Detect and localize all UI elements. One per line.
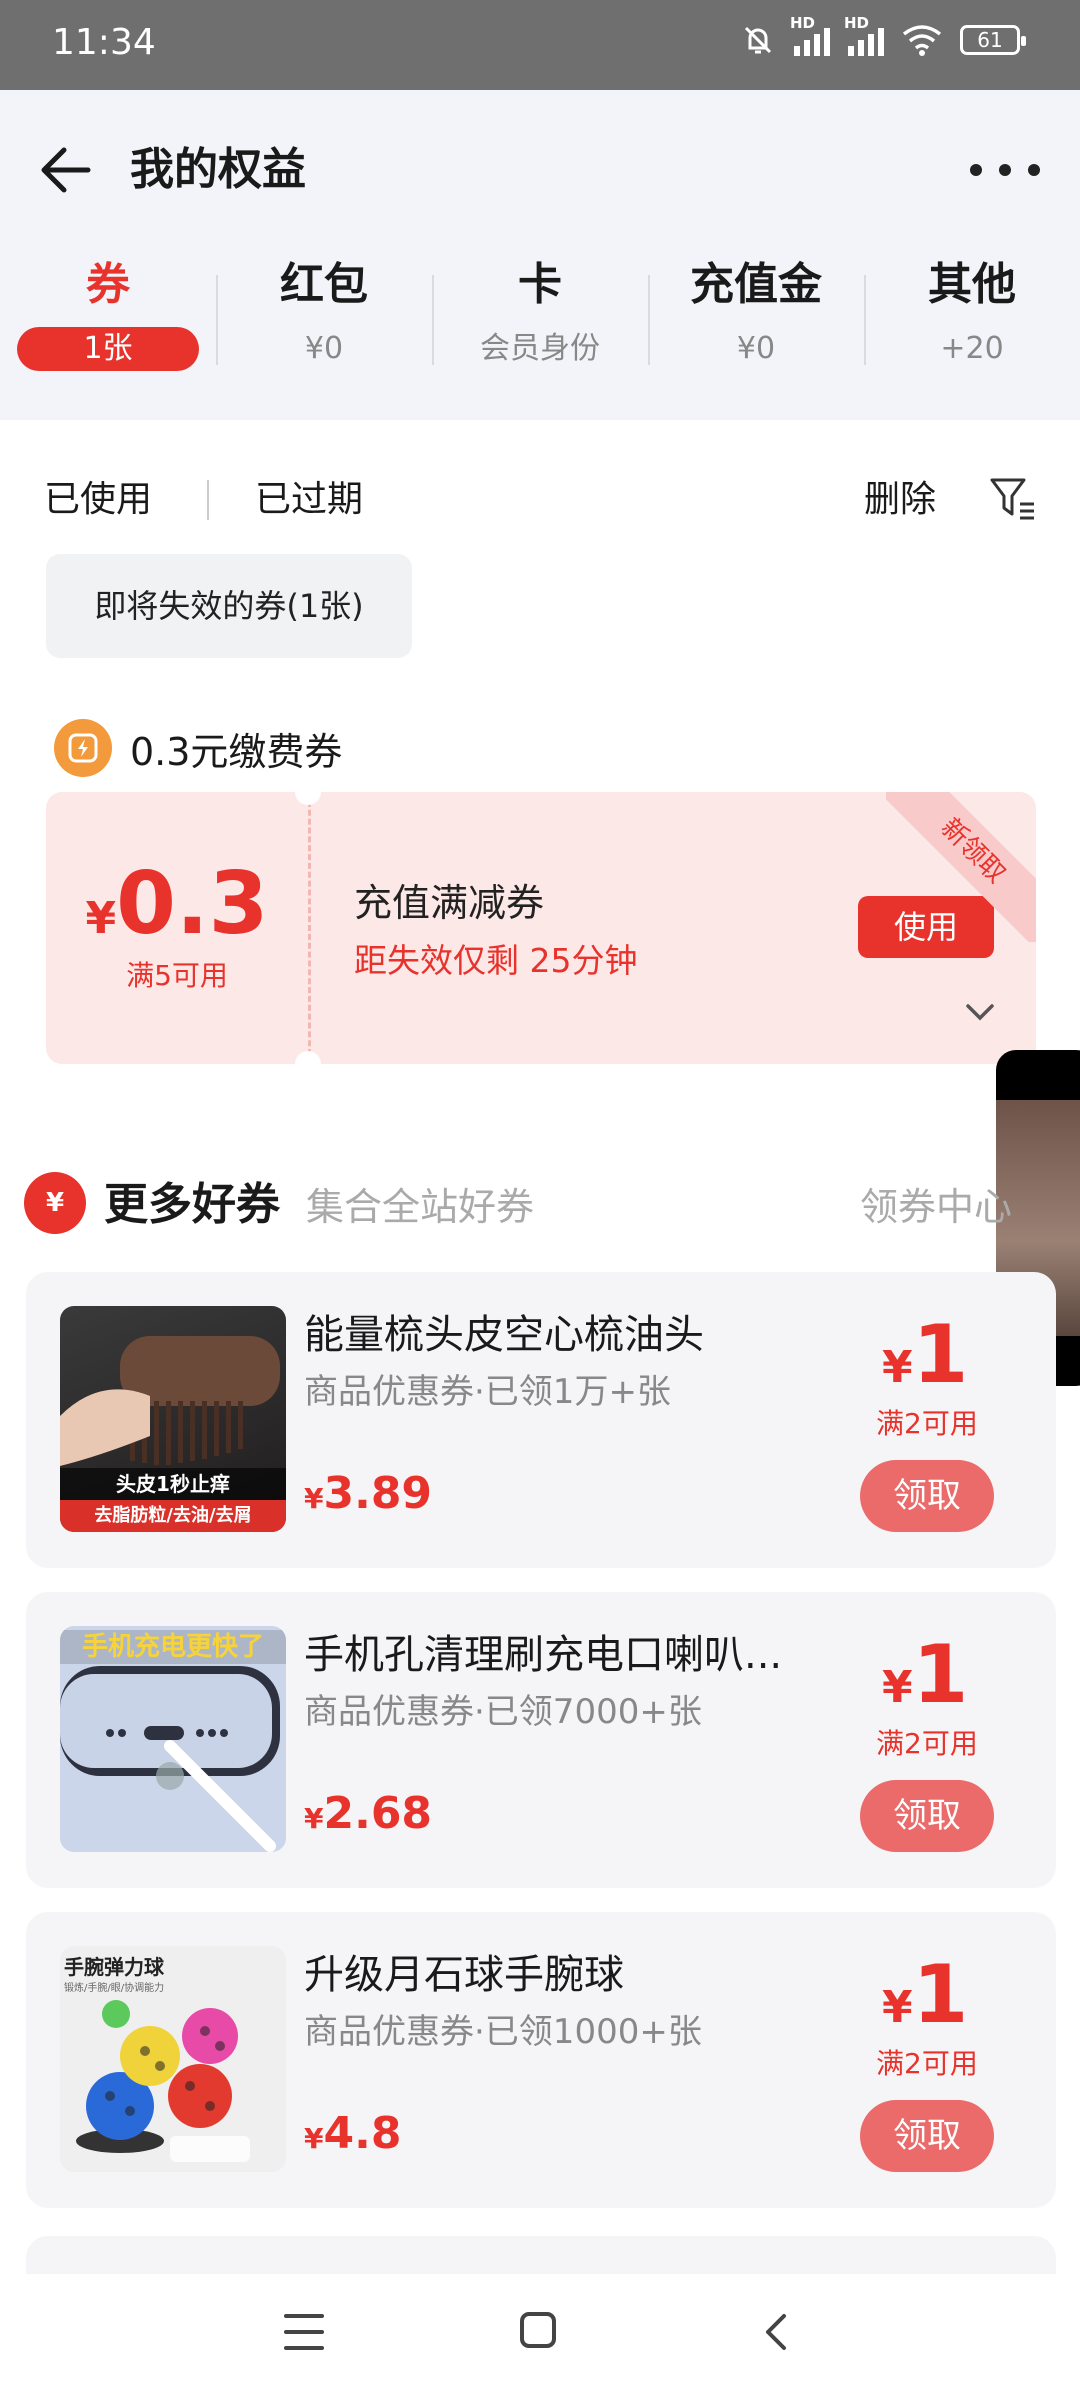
coupon-condition: 满2可用	[876, 1407, 978, 1440]
nav-back-icon[interactable]	[756, 2310, 796, 2354]
tab-count-badge: 1张	[17, 327, 199, 371]
filter-icon[interactable]	[988, 474, 1038, 524]
coupon-group-header: 0.3元缴费券	[54, 716, 342, 780]
divider	[207, 480, 209, 520]
system-nav-bar	[0, 2274, 1080, 2400]
hd-label: HD	[844, 14, 870, 32]
coupon-amount: ¥1	[882, 1628, 969, 1721]
coupon-center-link[interactable]: 领券中心	[860, 1176, 1012, 1231]
bell-muted-icon	[744, 26, 772, 54]
coupon-expiry: 距失效仅剩 25分钟	[354, 941, 638, 980]
tab-cards[interactable]: 卡 会员身份	[432, 255, 648, 385]
thumb-caption: 手腕弹力球	[64, 1955, 164, 1979]
section-subtitle: 集合全站好券	[306, 1185, 535, 1229]
status-icons: HD HD 61	[740, 14, 1026, 58]
product-name: 能量梳头皮空心梳油头	[304, 1312, 704, 1358]
product-price: ¥2.68	[304, 1788, 433, 1839]
coupon-condition: 满2可用	[876, 1727, 978, 1760]
tab-label: 红包	[280, 259, 368, 310]
wifi-icon	[902, 25, 942, 56]
coupon-ticket-icon: ¥	[24, 1172, 86, 1234]
section-title: 更多好券	[104, 1179, 280, 1230]
coupon-divider	[308, 792, 311, 1064]
coupon-amount: ¥1	[882, 1948, 969, 2041]
tab-label: 卡	[518, 259, 562, 310]
product-coupon-card[interactable]: 头皮1秒止痒 去脂肪粒/去油/去屑 能量梳头皮空心梳油头 商品优惠券·已领1万+…	[26, 1272, 1056, 1568]
delete-button[interactable]: 删除	[864, 470, 936, 522]
claim-button[interactable]: 领取	[860, 2100, 994, 2172]
coupon-condition: 满2可用	[876, 2047, 978, 2080]
product-desc: 商品优惠券·已领7000+张	[304, 1692, 702, 1732]
thumb-caption: 手机充电更快了	[60, 1630, 286, 1664]
hd-label: HD	[790, 14, 816, 32]
thumb-caption: 去脂肪粒/去油/去屑	[94, 1505, 252, 1526]
benefit-tabs: 券 1张 红包 ¥0 卡 会员身份 充值金 ¥0 其他 +20	[0, 255, 1080, 385]
tab-label: 券	[86, 259, 130, 310]
status-bar: 11:34 HD HD 61	[0, 0, 1080, 90]
filter-row: 已使用 已过期 删除	[0, 460, 1080, 540]
coupon-amount: 0.3	[116, 854, 269, 954]
product-desc: 商品优惠券·已领1000+张	[304, 2012, 702, 2052]
coupon-notch	[295, 1051, 321, 1064]
product-name: 手机孔清理刷充电口喇叭...	[304, 1632, 783, 1678]
header: 我的权益 券 1张 红包 ¥0 卡 会员身份 充值金 ¥0 其他 +20	[0, 90, 1080, 420]
coupon-value: ¥0.3 满5可用	[46, 792, 308, 1064]
thumb-caption: 头皮1秒止痒	[116, 1472, 230, 1496]
tab-sub: 会员身份	[480, 331, 600, 366]
tab-coupons[interactable]: 券 1张	[0, 255, 216, 385]
expired-filter[interactable]: 已过期	[255, 470, 363, 522]
used-filter[interactable]: 已使用	[44, 470, 152, 522]
tab-label: 其他	[928, 259, 1016, 310]
new-tag: 新领取	[886, 792, 1036, 942]
more-options-icon[interactable]	[970, 150, 1040, 190]
product-image-wrist-ball: 手腕弹力球 锻炼/手腕/眼/协调能力	[60, 1946, 286, 2172]
product-image-phone-brush: 手机充电更快了	[60, 1626, 286, 1852]
product-coupon-card[interactable]: 手腕弹力球 锻炼/手腕/眼/协调能力 升级月石球手腕球 商品优惠券·已领1000…	[26, 1912, 1056, 2208]
claim-button[interactable]: 领取	[860, 1780, 994, 1852]
recent-apps-icon[interactable]	[284, 2314, 324, 2350]
battery-level: 61	[977, 28, 1003, 52]
signal-1-icon: HD	[790, 14, 830, 56]
claim-button[interactable]: 领取	[860, 1460, 994, 1532]
signal-2-icon: HD	[844, 14, 884, 56]
coupon-name: 充值满减券	[354, 881, 545, 925]
home-icon[interactable]	[520, 2312, 556, 2348]
chevron-down-icon[interactable]	[962, 1000, 998, 1024]
currency-symbol: ¥	[85, 893, 117, 944]
coupon-group-title: 0.3元缴费券	[130, 729, 343, 774]
coupon-card[interactable]: ¥0.3 满5可用 充值满减券 距失效仅剩 25分钟 使用 新领取	[46, 792, 1036, 1064]
tab-label: 充值金	[690, 259, 822, 310]
product-coupon-card[interactable]: 手机充电更快了 手机孔清理刷充电口喇叭... 商品优惠券·已领7000+张 ¥2…	[26, 1592, 1056, 1888]
tab-sub: ¥0	[736, 331, 776, 366]
new-tag-label: 新领取	[886, 792, 1036, 942]
product-price: ¥4.8	[304, 2108, 402, 2159]
tab-others[interactable]: 其他 +20	[864, 255, 1080, 385]
tab-sub: ¥0	[304, 331, 344, 366]
tab-red-packets[interactable]: 红包 ¥0	[216, 255, 432, 385]
coupon-amount: ¥1	[882, 1308, 969, 1401]
tab-recharge[interactable]: 充值金 ¥0	[648, 255, 864, 385]
product-price: ¥3.89	[304, 1468, 433, 1519]
expiring-coupons-chip[interactable]: 即将失效的券(1张)	[46, 554, 412, 658]
back-arrow-icon[interactable]	[36, 140, 96, 200]
product-image-comb: 头皮1秒止痒 去脂肪粒/去油/去屑	[60, 1306, 286, 1532]
tab-sub: +20	[940, 331, 1004, 366]
product-name: 升级月石球手腕球	[304, 1952, 624, 1998]
status-time: 11:34	[52, 22, 156, 63]
product-desc: 商品优惠券·已领1万+张	[304, 1372, 671, 1412]
page-title: 我的权益	[130, 144, 306, 195]
battery-icon: 61	[960, 25, 1026, 55]
coupon-condition: 满5可用	[126, 959, 228, 992]
more-coupons-header: ¥ 更多好券 集合全站好券 领券中心	[0, 1160, 1080, 1240]
thumb-caption: 锻炼/手腕/眼/协调能力	[64, 1983, 165, 1994]
recharge-bolt-icon	[54, 719, 112, 777]
